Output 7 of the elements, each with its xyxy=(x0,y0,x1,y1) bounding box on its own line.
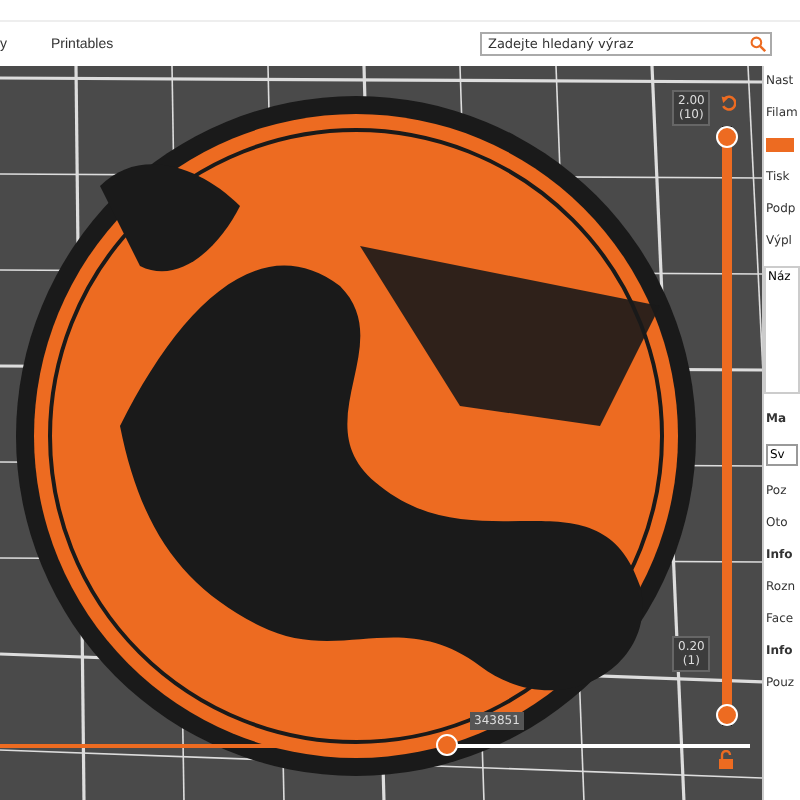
layer-slider-track[interactable] xyxy=(716,126,738,726)
lower-thumb[interactable] xyxy=(716,704,738,726)
undo-icon[interactable] xyxy=(720,94,736,112)
lock-icon[interactable] xyxy=(718,750,734,770)
search-icon[interactable] xyxy=(750,36,766,52)
filament-color-swatch[interactable] xyxy=(766,138,794,152)
upper-thumb[interactable] xyxy=(716,126,738,148)
